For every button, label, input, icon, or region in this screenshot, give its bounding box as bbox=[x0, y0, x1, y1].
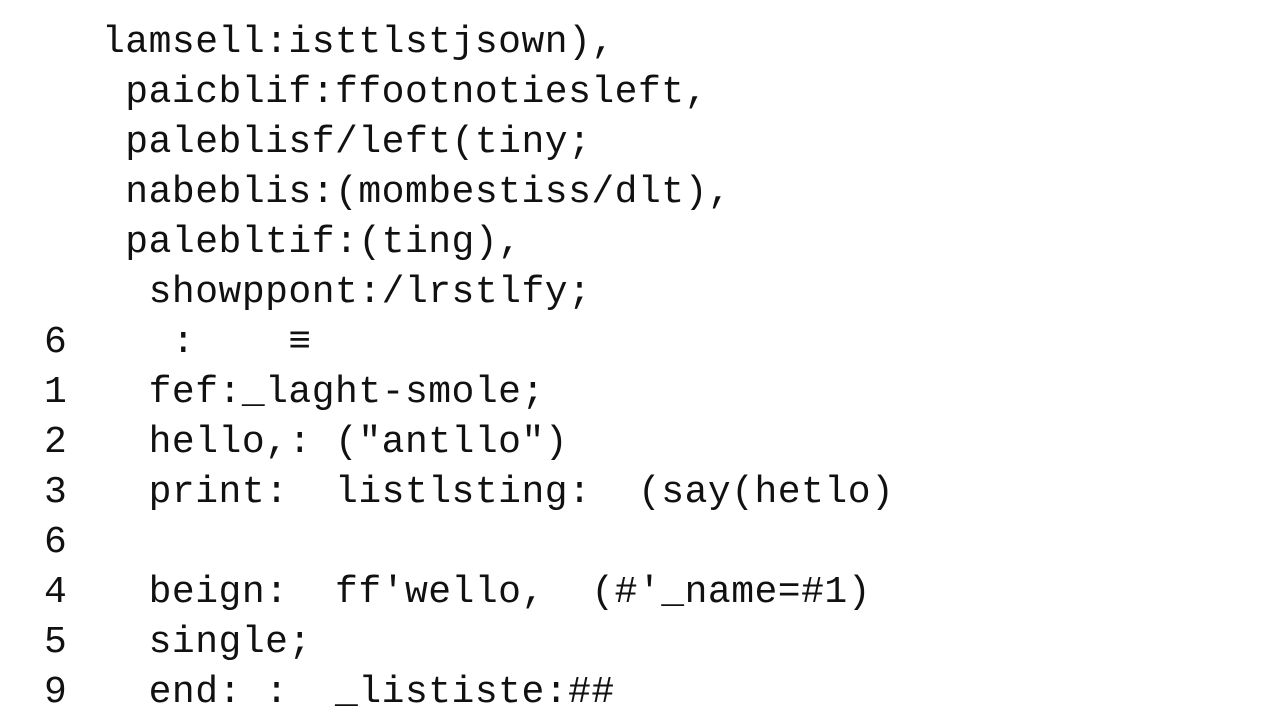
code-line: 3 print: listlsting: (say(hetlo) bbox=[44, 468, 1280, 518]
code-line: palebltif:(ting), bbox=[44, 218, 1280, 268]
code-line: 5 single; bbox=[44, 618, 1280, 668]
line-number: 9 bbox=[44, 668, 102, 718]
code-line: 4 beign: ff'wello, (#'_name=#1) bbox=[44, 568, 1280, 618]
line-content: showppont:/lrstlfy; bbox=[102, 268, 591, 318]
code-line: 9 end: : _lististe:## bbox=[44, 668, 1280, 718]
line-number: 6 bbox=[44, 518, 102, 568]
code-line: 6 bbox=[44, 518, 1280, 568]
line-content: print: listlsting: (say(hetlo) bbox=[102, 468, 894, 518]
line-number: 6 bbox=[44, 318, 102, 368]
code-line: nabeblis:(mombestiss/dlt), bbox=[44, 168, 1280, 218]
code-line: 6 : ≡ bbox=[44, 318, 1280, 368]
code-line: paicblif:ffootnotiesleft, bbox=[44, 68, 1280, 118]
line-content: single; bbox=[102, 618, 312, 668]
line-number: 3 bbox=[44, 468, 102, 518]
code-listing: lamsell:isttlstjsown), paicblif:ffootnot… bbox=[0, 0, 1280, 718]
line-number: 5 bbox=[44, 618, 102, 668]
line-number: 2 bbox=[44, 418, 102, 468]
line-content bbox=[102, 518, 149, 568]
code-line: showppont:/lrstlfy; bbox=[44, 268, 1280, 318]
code-line: 2 hello,: ("antllo") bbox=[44, 418, 1280, 468]
line-content: lamsell:isttlstjsown), bbox=[102, 18, 615, 68]
line-content: beign: ff'wello, (#'_name=#1) bbox=[102, 568, 871, 618]
line-content: paicblif:ffootnotiesleft, bbox=[102, 68, 708, 118]
line-content: palebltif:(ting), bbox=[102, 218, 521, 268]
line-content: end: : _lististe:## bbox=[102, 668, 615, 718]
line-content: hello,: ("antllo") bbox=[102, 418, 568, 468]
code-line: lamsell:isttlstjsown), bbox=[44, 18, 1280, 68]
line-content: nabeblis:(mombestiss/dlt), bbox=[102, 168, 731, 218]
line-number: 1 bbox=[44, 368, 102, 418]
line-number: 4 bbox=[44, 568, 102, 618]
line-content: paleblisf/left(tiny; bbox=[102, 118, 591, 168]
code-line: paleblisf/left(tiny; bbox=[44, 118, 1280, 168]
line-content: fef:_laght-smole; bbox=[102, 368, 545, 418]
code-line: 1 fef:_laght-smole; bbox=[44, 368, 1280, 418]
line-content: : ≡ bbox=[102, 318, 312, 368]
